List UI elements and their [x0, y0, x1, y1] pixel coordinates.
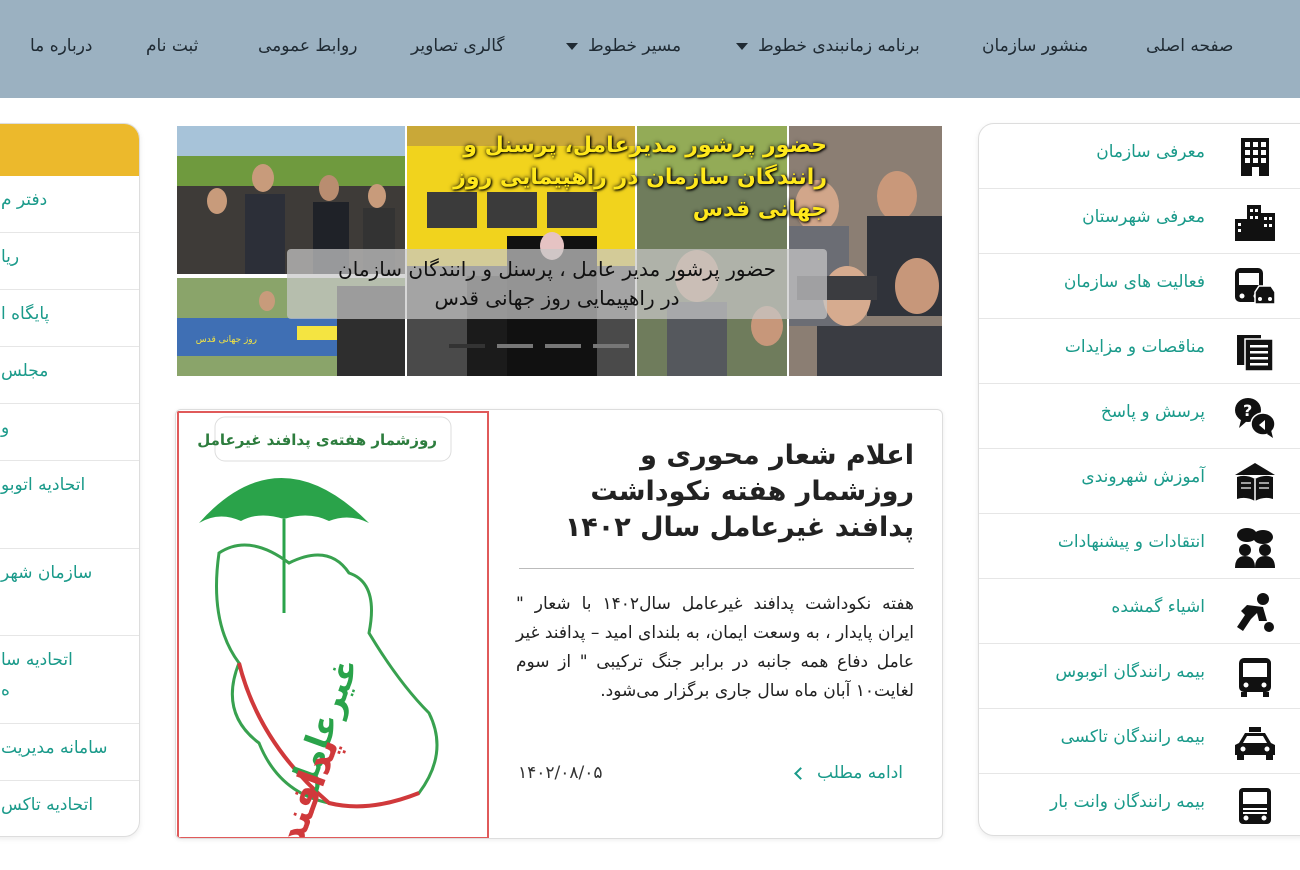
slider-indicators — [449, 344, 669, 348]
question-answer-icon: ? — [1235, 398, 1276, 438]
discussion-icon — [1235, 528, 1275, 568]
news-date: ۱۴۰۲/۰۸/۰۵ — [518, 763, 603, 783]
news-divider — [519, 568, 914, 569]
read-more-link[interactable]: ادامه مطلب — [794, 763, 903, 783]
left-link-item[interactable]: دفتر م — [0, 176, 139, 233]
menu-item-lost-items[interactable]: اشیاء گمشده — [979, 579, 1300, 644]
news-slider[interactable]: روز جهانی قدس حضور پرشور مدیرعامل، پرسنل… — [177, 126, 942, 376]
nav-public-relations[interactable]: روابط عمومی — [258, 36, 357, 56]
left-link-item[interactable]: ریا — [0, 233, 139, 290]
chevron-down-icon — [736, 42, 748, 50]
left-link-item[interactable]: اتحادیه اتوبو — [0, 461, 139, 549]
chevron-left-icon — [794, 766, 807, 780]
left-panel-header — [0, 124, 139, 176]
news-summary: هفته نکوداشت پدافند غیرعامل سال۱۴۰۲ با ش… — [516, 594, 914, 701]
menu-item-organization-intro[interactable]: معرفی سازمان — [979, 124, 1300, 189]
bus-icon — [1239, 658, 1271, 697]
slider-indicator[interactable] — [449, 344, 485, 348]
nav-about[interactable]: درباره ما — [30, 36, 93, 56]
left-link-item[interactable]: پایگاه ا — [0, 290, 139, 347]
slider-headline: حضور پرشور مدیرعامل، پرسنل و رانندگان سا… — [453, 133, 827, 222]
left-link-item[interactable]: و — [0, 404, 139, 461]
image-caption: روزشمار هفته‌ی پدافند غیرعامل — [197, 431, 437, 450]
left-link-item[interactable]: سازمان شهر — [0, 549, 139, 636]
menu-item-bus-driver-insurance[interactable]: بیمه رانندگان اتوبوس — [979, 644, 1300, 709]
photo-banner-text: روز جهانی قدس — [196, 335, 257, 345]
documents-icon — [1237, 335, 1274, 372]
menu-item-city-intro[interactable]: معرفی شهرستان — [979, 189, 1300, 254]
book-house-icon — [1235, 463, 1275, 501]
top-navigation-bar: صفحه اصلی منشور سازمان برنامه زمانبندی خ… — [0, 0, 1300, 98]
chevron-down-icon — [566, 42, 578, 50]
nav-routes[interactable]: مسیر خطوط — [566, 36, 681, 56]
menu-item-activities[interactable]: فعالیت های سازمان — [979, 254, 1300, 319]
quick-access-menu: معرفی سازمان معرفی شهرستان فعالیت های سا… — [978, 123, 1300, 836]
slider-indicator[interactable] — [545, 344, 581, 348]
left-link-item[interactable]: مجلس — [0, 347, 139, 404]
news-card: روزشمار هفته‌ی پدافند غیرعامل غیرعامل پد… — [175, 409, 943, 839]
lost-items-icon — [1237, 593, 1274, 632]
city-icon — [1235, 205, 1275, 241]
left-link-item[interactable]: سامانه مدیریت — [0, 724, 139, 781]
left-link-item[interactable]: اتحادیه سا ه — [0, 636, 139, 724]
nav-home[interactable]: صفحه اصلی — [1146, 36, 1233, 56]
menu-item-citizen-education[interactable]: آموزش شهروندی — [979, 449, 1300, 514]
news-image[interactable]: روزشمار هفته‌ی پدافند غیرعامل غیرعامل پد… — [177, 411, 489, 838]
nav-register[interactable]: ثبت نام — [146, 36, 198, 56]
menu-item-feedback[interactable]: انتقادات و پیشنهادات — [979, 514, 1300, 579]
slider-caption: حضور پرشور مدیر عامل ، پرسنل و رانندگان … — [338, 257, 776, 310]
news-title[interactable]: اعلام شعار محوری و روزشمار هفته نکوداشت … — [516, 438, 914, 546]
left-links-panel: دفتر م ریا پایگاه ا مجلس و اتحادیه اتوبو… — [0, 123, 140, 837]
taxi-icon — [1235, 727, 1275, 760]
nav-charter[interactable]: منشور سازمان — [982, 36, 1088, 56]
building-icon — [1241, 138, 1269, 176]
svg-text:?: ? — [1243, 401, 1252, 420]
slider-indicator[interactable] — [593, 344, 629, 348]
left-link-item[interactable]: اتحادیه تاکس — [0, 781, 139, 836]
menu-item-faq[interactable]: پرسش و پاسخ ? — [979, 384, 1300, 449]
truck-icon — [1239, 788, 1271, 824]
nav-gallery[interactable]: گالری تصاویر — [411, 36, 505, 56]
menu-item-pickup-driver-insurance[interactable]: بیمه رانندگان وانت بار — [979, 774, 1300, 835]
menu-item-tenders[interactable]: مناقصات و مزایدات — [979, 319, 1300, 384]
menu-item-taxi-driver-insurance[interactable]: بیمه رانندگان تاکسی — [979, 709, 1300, 774]
slider-caption-box[interactable]: حضور پرشور مدیر عامل ، پرسنل و رانندگان … — [287, 249, 827, 319]
bus-taxi-icon — [1235, 268, 1276, 305]
slider-indicator[interactable] — [497, 344, 533, 348]
nav-schedule[interactable]: برنامه زمانبندی خطوط — [736, 36, 920, 56]
